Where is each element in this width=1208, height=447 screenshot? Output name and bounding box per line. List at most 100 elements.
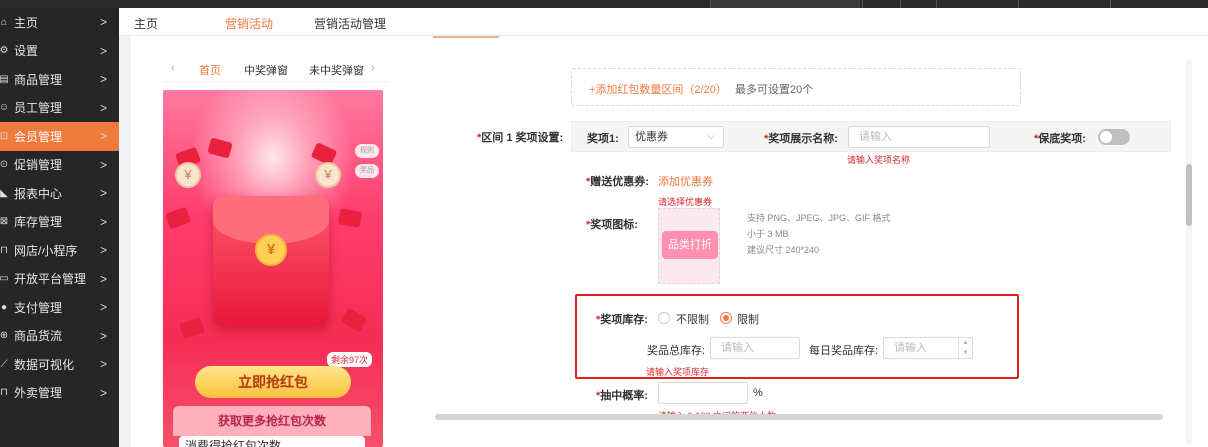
top-bar-divider <box>936 0 937 8</box>
sidebar-item-7[interactable]: ⊠ 库存管理 > <box>0 208 119 237</box>
chevron-right-icon: > <box>99 300 107 314</box>
add-interval-box: +添加红包数量区间（2/20） 最多可设置20个 <box>571 68 1021 106</box>
icon-upload[interactable]: 品类打折 <box>658 208 720 284</box>
chevron-right-icon: > <box>99 271 107 286</box>
staff-icon: ☺ <box>0 102 10 114</box>
sidebar-item-11[interactable]: ⊕ 商品货流 > <box>0 322 119 351</box>
stock-label: *奖项库存: <box>596 314 648 326</box>
rate-input[interactable] <box>658 382 748 404</box>
preview-tab-home[interactable]: 首页 <box>199 62 221 78</box>
red-envelope-icon <box>340 307 368 333</box>
tab-marketing[interactable]: 营销活动 <box>225 15 273 32</box>
chevron-right-icon: > <box>99 328 107 343</box>
fallback-toggle[interactable] <box>1098 129 1130 145</box>
prize-label: 奖项1: <box>587 133 619 145</box>
rate-unit: % <box>753 387 763 399</box>
sidebar-item-6[interactable]: ◣ 报表中心 > <box>0 179 119 208</box>
grab-button[interactable]: 立即抢红包 <box>195 366 351 398</box>
preview-tab-lose[interactable]: 未中奖弹窗 <box>309 62 364 78</box>
sidebar-item-2[interactable]: ▤ 商品管理 > <box>0 65 119 94</box>
takeout-icon: ⊓ <box>0 387 8 399</box>
chevron-right-icon[interactable]: › <box>371 62 375 74</box>
stock-label-text: 奖项库存: <box>600 314 648 326</box>
add-coupon-link[interactable]: 添加优惠券 <box>658 173 713 189</box>
chevron-right-icon: > <box>99 43 107 58</box>
horizontal-scrollbar[interactable] <box>435 414 1163 420</box>
sidebar-item-5[interactable]: ⊙ 促销管理 > <box>0 151 119 180</box>
stepper-arrows[interactable]: ▲ ▼ <box>958 338 972 360</box>
scrollbar-thumb[interactable] <box>1186 164 1192 226</box>
chevron-right-icon: > <box>99 385 107 400</box>
prize-name-error: 请输入奖项名称 <box>847 155 911 165</box>
sidebar-item-0[interactable]: ⌂ 主页 > <box>0 8 119 37</box>
remaining-count: 剩余97次 <box>327 352 373 367</box>
prize-type-select[interactable]: 优惠券 ⌵ <box>628 126 724 148</box>
spec-size: 小于 3 MB <box>747 229 789 239</box>
total-stock-input[interactable]: 请输入 <box>710 337 800 359</box>
top-bar <box>0 0 1208 8</box>
dataviz-icon: ⟋ <box>0 358 8 370</box>
gear-icon: ⚙ <box>0 45 9 57</box>
stock-limited-radio[interactable] <box>720 312 732 324</box>
daily-stock-placeholder: 请输入 <box>894 342 927 354</box>
main-panel: ‹ 首页 中奖弹窗 未中奖弹窗 › ¥ ¥ 规则 奖品 ¥ 剩余97次 立即抢红… <box>131 36 1208 447</box>
more-chances-title: 获取更多抢红包次数 <box>173 406 371 436</box>
preview-tab-win[interactable]: 中奖弹窗 <box>244 62 288 78</box>
fallback-label-text: 保底奖项: <box>1038 133 1086 145</box>
add-interval-hint: 最多可设置20个 <box>735 84 814 96</box>
platform-icon: ▭ <box>0 273 9 285</box>
member-icon: ⊡ <box>0 130 9 142</box>
chevron-right-icon: > <box>99 357 107 371</box>
sidebar-item-12[interactable]: ⟋ 数据可视化 > <box>0 350 119 379</box>
daily-stock-label: 每日奖品库存: <box>809 345 879 357</box>
vertical-scrollbar[interactable] <box>1186 60 1192 445</box>
stock-error: 请输入奖项库存 <box>646 367 710 377</box>
tab-marketing-manage[interactable]: 营销活动管理 <box>314 15 386 32</box>
chevron-right-icon: > <box>99 100 107 115</box>
sidebar-item-3[interactable]: ☺ 员工管理 > <box>0 94 119 123</box>
add-interval-link[interactable]: +添加红包数量区间（2/20） <box>589 81 727 97</box>
chevron-right-icon: > <box>99 243 107 257</box>
sidebar-item-4[interactable]: ⊡ 会员管理 > <box>0 122 119 151</box>
prize-name-input[interactable]: 请输入 <box>848 126 990 148</box>
prizes-tag[interactable]: 奖品 <box>355 164 379 178</box>
flow-icon: ⊕ <box>0 330 9 342</box>
chevron-down-icon: ⌵ <box>707 131 715 142</box>
sidebar-item-8[interactable]: ⊓ 网店/小程序 > <box>0 236 119 265</box>
interval-label: *区间 1 奖项设置: <box>477 132 564 144</box>
chevron-right-icon: > <box>99 186 107 200</box>
report-icon: ◣ <box>0 187 8 199</box>
coupon-image: 品类打折 <box>662 231 718 259</box>
tab-home[interactable]: 主页 <box>134 15 158 32</box>
gift-coupon-label: *赠送优惠券: <box>586 176 649 188</box>
sidebar: ⌂ 主页 > ⚙ 设置 > ▤ 商品管理 > ☺ 员工管理 > ⊡ 会员管理 > ⊙ 促销管理 > ◣ 报表中心 > ⊠ 库… <box>0 8 119 447</box>
preview-tabs: ‹ 首页 中奖弹窗 未中奖弹窗 › <box>163 56 389 82</box>
coin-icon: ¥ <box>175 162 201 188</box>
rules-tag[interactable]: 规则 <box>355 144 379 158</box>
chevron-right-icon: > <box>99 72 107 86</box>
toggle-knob <box>1100 131 1112 143</box>
gift-coupon-label-text: 赠送优惠券: <box>590 176 649 188</box>
active-tab-indicator <box>433 36 499 38</box>
stock-limited-label: 限制 <box>737 314 759 326</box>
chevron-left-icon[interactable]: ‹ <box>171 62 175 74</box>
top-bar-divider <box>900 0 901 8</box>
stock-icon: ⊠ <box>0 216 9 228</box>
chevron-right-icon: > <box>99 15 107 29</box>
prize-type-value: 优惠券 <box>635 131 668 143</box>
top-bar-segment <box>710 0 860 8</box>
sidebar-item-13[interactable]: ⊓ 外卖管理 > <box>0 379 119 408</box>
top-bar-divider <box>1110 0 1111 8</box>
icon-label-text: 奖项图标: <box>590 219 638 231</box>
fallback-label: *保底奖项: <box>1034 133 1086 145</box>
sidebar-item-9[interactable]: ▭ 开放平台管理 > <box>0 265 119 294</box>
daily-stock-input[interactable]: 请输入 ▲ ▼ <box>883 337 973 360</box>
sidebar-item-1[interactable]: ⚙ 设置 > <box>0 37 119 66</box>
stock-unlimited-radio[interactable] <box>658 312 670 324</box>
coupon-error: 请选择优惠券 <box>658 197 713 207</box>
sidebar-item-10[interactable]: ● 支付管理 > <box>0 293 119 322</box>
prize-name-label: *奖项展示名称: <box>764 133 838 145</box>
shop-icon: ⊓ <box>0 244 8 256</box>
tab-bar: 主页 营销活动 营销活动管理 <box>119 8 1208 36</box>
coin-icon: ¥ <box>315 162 341 188</box>
